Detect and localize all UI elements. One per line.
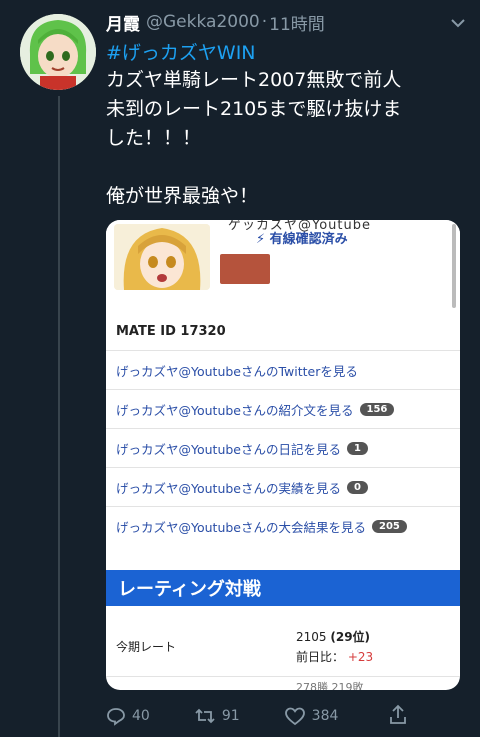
link-label: げっカズヤ@Youtubeさんの実績を見る <box>116 480 341 496</box>
character-icon <box>220 254 270 284</box>
separator-dot: · <box>261 12 268 32</box>
reply-button[interactable]: 40 <box>106 706 150 726</box>
rate-value: 2105 (29位) <box>296 628 370 645</box>
link-tournaments[interactable]: げっカズヤ@Youtubeさんの大会結果を見る 205 <box>106 506 460 545</box>
rate-number: 2105 <box>296 630 327 644</box>
profile-top: ゲッカズヤ@Youtube ⚡ 有線確認済み <box>106 220 460 312</box>
rate-diff: 前日比： +23 <box>296 648 373 665</box>
tweet-actions: 40 91 384 <box>106 704 406 728</box>
rate-diff-label: 前日比： <box>296 650 345 664</box>
timestamp[interactable]: 11時間 <box>269 10 325 35</box>
share-button[interactable] <box>388 704 408 730</box>
avatar-image <box>20 14 96 90</box>
link-label: げっカズヤ@YoutubeさんのTwitterを見る <box>116 363 358 379</box>
plug-icon: ⚡ <box>256 232 266 247</box>
display-name[interactable]: 月霞 <box>106 10 140 35</box>
current-rate-row: 今期レート 2105 (29位) 前日比： +23 <box>106 620 460 670</box>
heart-icon <box>284 707 305 726</box>
count-badge: 205 <box>372 519 407 533</box>
link-diary[interactable]: げっカズヤ@Youtubeさんの日記を見る 1 <box>106 428 460 467</box>
link-label: げっカズヤ@Youtubeさんの大会結果を見る <box>116 519 366 535</box>
profile-links: げっカズヤ@YoutubeさんのTwitterを見る げっカズヤ@Youtube… <box>106 350 460 545</box>
share-icon <box>390 704 406 724</box>
link-label: げっカズヤ@Youtubeさんの紹介文を見る <box>116 402 354 418</box>
tweet-body: 月霞 @Gekka2000 · 11時間 #げっカズヤWIN カズヤ単騎レート2… <box>106 10 466 211</box>
rating-section-header: レーティング対戦 <box>106 570 460 606</box>
embedded-screenshot[interactable]: ゲッカズヤ@Youtube ⚡ 有線確認済み MATE ID 17320 げっカ… <box>106 220 460 690</box>
link-intro[interactable]: げっカズヤ@Youtubeさんの紹介文を見る 156 <box>106 389 460 428</box>
rate-rank: (29位) <box>330 630 371 644</box>
reply-icon <box>107 708 125 726</box>
link-achievements[interactable]: げっカズヤ@Youtubeさんの実績を見る 0 <box>106 467 460 506</box>
rate-label: 今期レート <box>116 640 177 654</box>
tweet-header: 月霞 @Gekka2000 · 11時間 <box>106 10 466 35</box>
cut-off-row: 278勝 219敗 <box>106 676 460 690</box>
thread-line <box>58 96 60 737</box>
count-badge: 0 <box>347 480 368 494</box>
hashtag-link[interactable]: #げっカズヤWIN <box>106 38 466 65</box>
link-twitter[interactable]: げっカズヤ@YoutubeさんのTwitterを見る <box>106 350 460 389</box>
retweet-count: 91 <box>221 708 240 724</box>
tweet-text: カズヤ単騎レート2007無敗で前人 未到のレート2105まで駆け抜けま した！！… <box>106 69 402 207</box>
scrollbar <box>452 224 456 308</box>
mate-id: MATE ID 17320 <box>116 324 226 339</box>
like-button[interactable]: 384 <box>284 706 339 726</box>
verified-label: ⚡ 有線確認済み <box>256 228 348 247</box>
retweet-icon <box>195 708 215 724</box>
verified-text: 有線確認済み <box>269 232 348 247</box>
count-badge: 1 <box>347 441 368 455</box>
more-options-icon[interactable] <box>448 16 468 30</box>
rate-diff-value: +23 <box>347 650 374 664</box>
like-count: 384 <box>311 708 339 724</box>
handle[interactable]: @Gekka2000 <box>146 12 260 32</box>
retweet-button[interactable]: 91 <box>194 706 240 726</box>
link-label: げっカズヤ@Youtubeさんの日記を見る <box>116 441 341 457</box>
character-portrait <box>114 224 210 290</box>
avatar[interactable] <box>20 14 96 90</box>
reply-count: 40 <box>132 708 150 724</box>
count-badge: 156 <box>359 402 395 416</box>
